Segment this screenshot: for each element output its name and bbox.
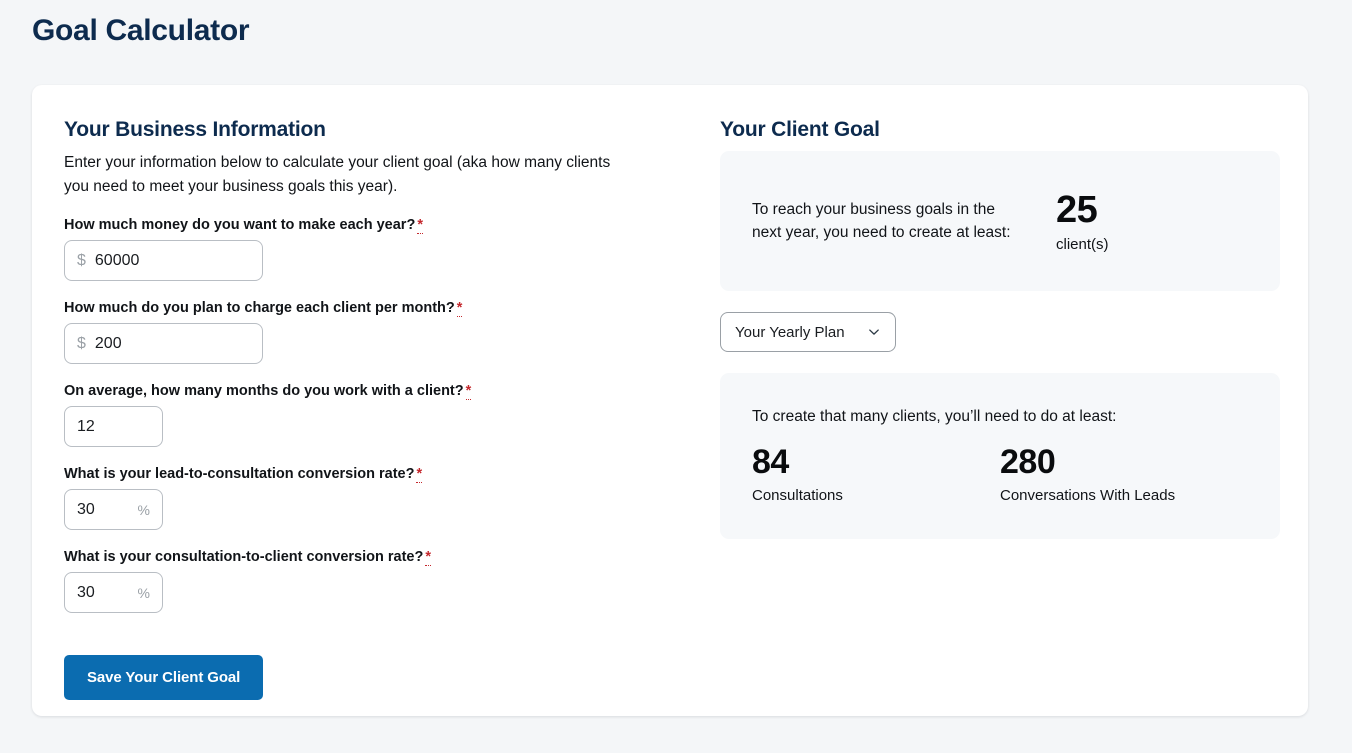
field-consultation-to-client-rate: What is your consultation-to-client conv… (64, 549, 684, 614)
required-asterisk: * (465, 383, 472, 401)
client-goal-number-block: 25 client(s) (1056, 188, 1109, 254)
monthly-client-rate-input[interactable] (94, 334, 250, 353)
field-annual-income-goal: How much money do you want to make each … (64, 217, 684, 282)
calculator-card: Your Business Information Enter your inf… (32, 85, 1308, 716)
client-goal-unit: client(s) (1056, 236, 1109, 254)
label-lead-to-consultation-rate: What is your lead-to-consultation conver… (64, 466, 684, 484)
label-text: What is your consultation-to-client conv… (64, 549, 424, 566)
plan-select-value: Your Yearly Plan (735, 323, 845, 341)
metric-conversations-value: 280 (1000, 442, 1056, 481)
plan-select[interactable]: Your Yearly Plan (720, 312, 896, 352)
metric-conversations-label: Conversations With Leads (1000, 487, 1176, 505)
save-client-goal-button[interactable]: Save Your Client Goal (64, 655, 264, 701)
business-information-intro: Enter your information below to calculat… (64, 154, 611, 195)
percent-sign-icon: % (137, 501, 150, 518)
client-goal-result-panel: To reach your business goals in the next… (720, 151, 1280, 291)
client-goal-heading: Your Client Goal (720, 118, 880, 141)
required-actions-panel: To create that many clients, you’ll need… (720, 373, 1280, 539)
lead-to-consultation-rate-input[interactable] (77, 500, 117, 519)
percent-sign-icon: % (137, 584, 150, 601)
months-per-client-input[interactable] (77, 417, 150, 436)
input-months-per-client[interactable] (64, 406, 163, 448)
required-actions-intro: To create that many clients, you’ll need… (752, 407, 1117, 425)
required-asterisk: * (416, 466, 423, 484)
label-consultation-to-client-rate: What is your consultation-to-client conv… (64, 549, 684, 567)
required-asterisk: * (425, 549, 431, 567)
page-title: Goal Calculator (32, 14, 250, 47)
field-monthly-client-rate: How much do you plan to charge each clie… (64, 300, 684, 365)
metric-consultations: 84 Consultations (752, 442, 1000, 505)
required-asterisk: * (417, 217, 423, 235)
input-monthly-client-rate[interactable]: $ (64, 323, 263, 365)
consultation-to-client-rate-input[interactable] (77, 583, 117, 602)
input-lead-to-consultation-rate[interactable]: % (64, 489, 163, 531)
client-goal-sentence: To reach your business goals in the next… (752, 200, 1011, 241)
label-text: How much do you plan to charge each clie… (64, 300, 455, 317)
input-annual-income-goal[interactable]: $ (64, 240, 263, 282)
label-text: On average, how many months do you work … (64, 383, 464, 400)
business-information-heading: Your Business Information (64, 118, 326, 141)
dollar-sign-icon: $ (77, 251, 86, 269)
client-goal-number: 25 (1056, 188, 1098, 231)
label-text: What is your lead-to-consultation conver… (64, 466, 415, 483)
label-annual-income-goal: How much money do you want to make each … (64, 217, 684, 235)
annual-income-goal-input[interactable] (94, 251, 250, 270)
metric-consultations-value: 84 (752, 442, 789, 481)
business-information-section: Your Business Information Enter your inf… (64, 118, 684, 701)
client-goal-section: Your Client Goal To reach your business … (720, 118, 1280, 539)
dollar-sign-icon: $ (77, 334, 86, 352)
label-monthly-client-rate: How much do you plan to charge each clie… (64, 300, 684, 318)
field-months-per-client: On average, how many months do you work … (64, 383, 684, 448)
label-text: How much money do you want to make each … (64, 217, 416, 234)
metrics-row: 84 Consultations 280 Conversations With … (752, 442, 1248, 505)
label-months-per-client: On average, how many months do you work … (64, 383, 684, 401)
metric-consultations-label: Consultations (752, 487, 843, 505)
field-lead-to-consultation-rate: What is your lead-to-consultation conver… (64, 466, 684, 531)
chevron-down-icon (867, 325, 881, 339)
required-asterisk: * (456, 300, 463, 318)
input-consultation-to-client-rate[interactable]: % (64, 572, 163, 614)
goal-calculator-page: Goal Calculator Your Business Informatio… (0, 0, 1352, 753)
metric-conversations-with-leads: 280 Conversations With Leads (1000, 442, 1248, 505)
